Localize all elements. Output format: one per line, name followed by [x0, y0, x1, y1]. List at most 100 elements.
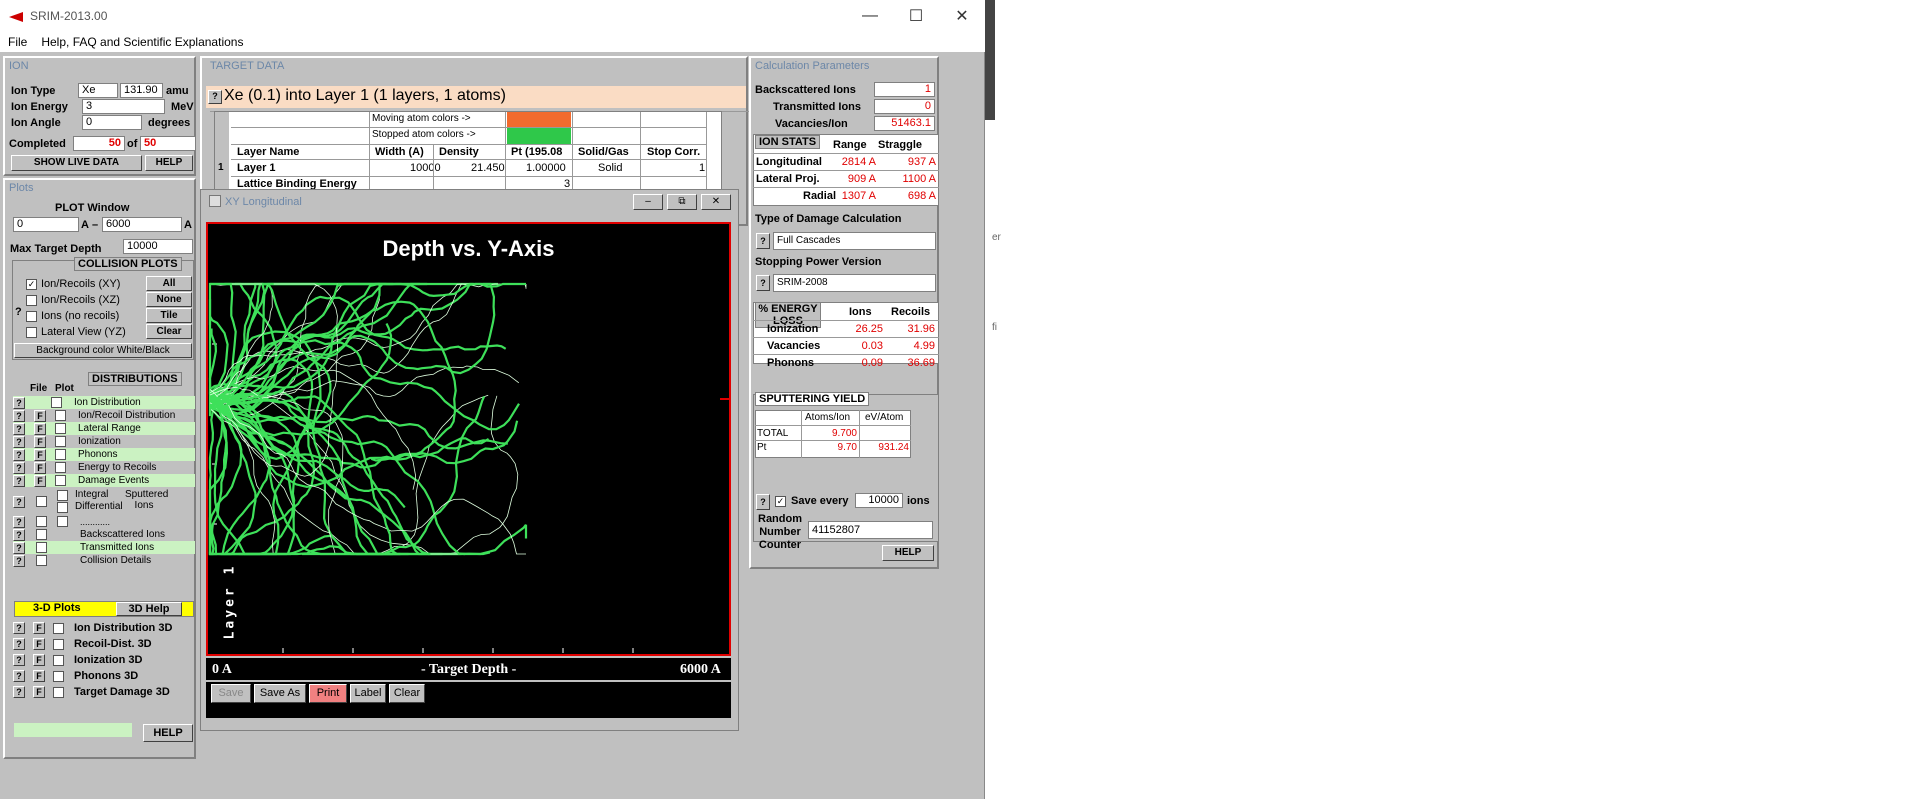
dots-checkbox-1[interactable]	[36, 516, 47, 527]
ion-type-input[interactable]: Xe	[78, 83, 118, 98]
damage-help-icon[interactable]: ?	[756, 233, 770, 249]
collision-all-button[interactable]: All	[146, 276, 192, 291]
dist-plot-checkbox[interactable]	[51, 397, 62, 408]
damage-select[interactable]: Full Cascades	[773, 232, 936, 250]
target-help-icon[interactable]: ?	[208, 90, 222, 104]
checkbox-3d[interactable]	[53, 670, 64, 682]
ion-mass-input[interactable]: 131.90	[120, 83, 163, 98]
save-help-icon[interactable]: ?	[756, 494, 770, 510]
collision-checkbox-xy[interactable]: ✓	[26, 278, 37, 290]
save-every-checkbox[interactable]: ✓	[775, 496, 786, 507]
dist-help-icon[interactable]: ?	[13, 435, 25, 448]
dist-help-icon[interactable]: ?	[13, 448, 25, 461]
help-3d-button[interactable]: 3D Help	[116, 602, 182, 616]
dist-file-button[interactable]: F	[34, 435, 46, 448]
sputtered-help-icon[interactable]: ?	[13, 496, 25, 508]
plot-to-input[interactable]: 6000	[102, 217, 182, 232]
file-button-3d[interactable]: F	[33, 638, 45, 650]
checkbox-3d[interactable]	[53, 654, 64, 666]
dist-plot-checkbox[interactable]	[55, 449, 66, 460]
plot-clear-button[interactable]: Clear	[389, 684, 425, 703]
ion-angle-input[interactable]: 0	[82, 115, 142, 130]
random-input[interactable]: 41152807	[808, 521, 933, 539]
file-button-3d[interactable]: F	[33, 670, 45, 682]
dist-help-icon[interactable]: ?	[13, 396, 25, 409]
ion-energy-input[interactable]: 3	[82, 99, 165, 114]
dots-checkbox-2[interactable]	[57, 516, 68, 527]
extra-help-icon[interactable]: ?	[13, 541, 25, 554]
collision-none-button[interactable]: None	[146, 292, 192, 307]
extra-checkbox[interactable]	[36, 555, 47, 566]
show-live-data-button[interactable]: SHOW LIVE DATA	[11, 155, 142, 171]
layer-density-cell[interactable]: 21.450	[471, 162, 505, 174]
dist-plot-checkbox[interactable]	[55, 462, 66, 473]
dist-plot-checkbox[interactable]	[55, 475, 66, 486]
collision-help-icon[interactable]: ?	[15, 306, 22, 318]
dist-help-icon[interactable]: ?	[13, 409, 25, 422]
help-icon-3d[interactable]: ?	[13, 622, 25, 634]
dist-file-button[interactable]: F	[34, 474, 46, 487]
menu-file[interactable]: File	[8, 35, 27, 49]
plot-label-button[interactable]: Label	[350, 684, 386, 703]
dots-help-icon[interactable]: ?	[13, 515, 25, 528]
max-depth-input[interactable]: 10000	[123, 239, 193, 254]
plots-help-button[interactable]: HELP	[143, 724, 193, 742]
dist-file-button[interactable]: F	[34, 461, 46, 474]
help-icon-3d[interactable]: ?	[13, 670, 25, 682]
dist-plot-checkbox[interactable]	[55, 423, 66, 434]
extra-checkbox[interactable]	[36, 542, 47, 553]
checkbox-3d[interactable]	[53, 622, 64, 634]
stopped-color-swatch[interactable]	[507, 128, 571, 144]
layer-phase-cell[interactable]: Solid	[598, 162, 622, 174]
ion-help-button[interactable]: HELP	[145, 155, 193, 171]
checkbox-3d[interactable]	[53, 638, 64, 650]
integral-checkbox[interactable]	[57, 490, 68, 501]
help-icon-3d[interactable]: ?	[13, 686, 25, 698]
plot-save-as-button[interactable]: Save As	[254, 684, 306, 703]
dist-file-button[interactable]: F	[34, 422, 46, 435]
file-button-3d[interactable]: F	[33, 654, 45, 666]
calc-help-button[interactable]: HELP	[882, 545, 934, 561]
moving-color-swatch[interactable]	[507, 112, 571, 127]
layer-pt-cell[interactable]: 1.00000	[526, 162, 566, 174]
collision-checkbox-lateral[interactable]	[26, 326, 37, 338]
help-icon-3d[interactable]: ?	[13, 654, 25, 666]
dist-plot-checkbox[interactable]	[55, 436, 66, 447]
collision-tile-button[interactable]: Tile	[146, 308, 192, 323]
layer-name-cell[interactable]: Layer 1	[237, 162, 276, 174]
background-color-button[interactable]: Background color White/Black	[14, 343, 192, 358]
plot-from-input[interactable]: 0	[13, 217, 79, 232]
dist-file-button[interactable]: F	[34, 409, 46, 422]
dist-plot-checkbox[interactable]	[55, 410, 66, 421]
dist-help-icon[interactable]: ?	[13, 461, 25, 474]
dist-help-icon[interactable]: ?	[13, 422, 25, 435]
help-icon-3d[interactable]: ?	[13, 638, 25, 650]
extra-checkbox[interactable]	[36, 529, 47, 540]
save-every-input[interactable]: 10000	[855, 493, 903, 508]
checkbox-3d[interactable]	[53, 686, 64, 698]
stopping-help-icon[interactable]: ?	[756, 275, 770, 291]
close-button[interactable]: ✕	[939, 0, 985, 32]
stopping-select[interactable]: SRIM-2008	[773, 274, 936, 292]
xy-restore-button[interactable]: ⧉	[667, 194, 697, 210]
layer-width-cell[interactable]: 10000	[410, 162, 441, 174]
menu-help[interactable]: Help, FAQ and Scientific Explanations	[41, 35, 243, 49]
file-button-3d[interactable]: F	[33, 622, 45, 634]
xy-minimize-button[interactable]: ‒	[633, 194, 663, 210]
collision-checkbox-ions[interactable]	[26, 310, 37, 322]
collision-clear-button[interactable]: Clear	[146, 324, 192, 339]
xy-close-button[interactable]: ✕	[701, 194, 731, 210]
extra-help-icon[interactable]: ?	[13, 528, 25, 541]
collision-checkbox-xz[interactable]	[26, 294, 37, 306]
plot-save-button[interactable]: Save	[211, 684, 251, 703]
maximize-button[interactable]: ☐	[893, 0, 939, 32]
extra-help-icon[interactable]: ?	[13, 554, 25, 567]
layer-stop-cell[interactable]: 1	[699, 162, 705, 174]
plot-print-button[interactable]: Print	[309, 684, 347, 703]
sputtered-file-checkbox[interactable]	[36, 496, 47, 507]
dist-help-icon[interactable]: ?	[13, 474, 25, 487]
dist-file-button[interactable]: F	[34, 448, 46, 461]
minimize-button[interactable]: —	[847, 0, 893, 32]
file-button-3d[interactable]: F	[33, 686, 45, 698]
differential-checkbox[interactable]	[57, 502, 68, 513]
